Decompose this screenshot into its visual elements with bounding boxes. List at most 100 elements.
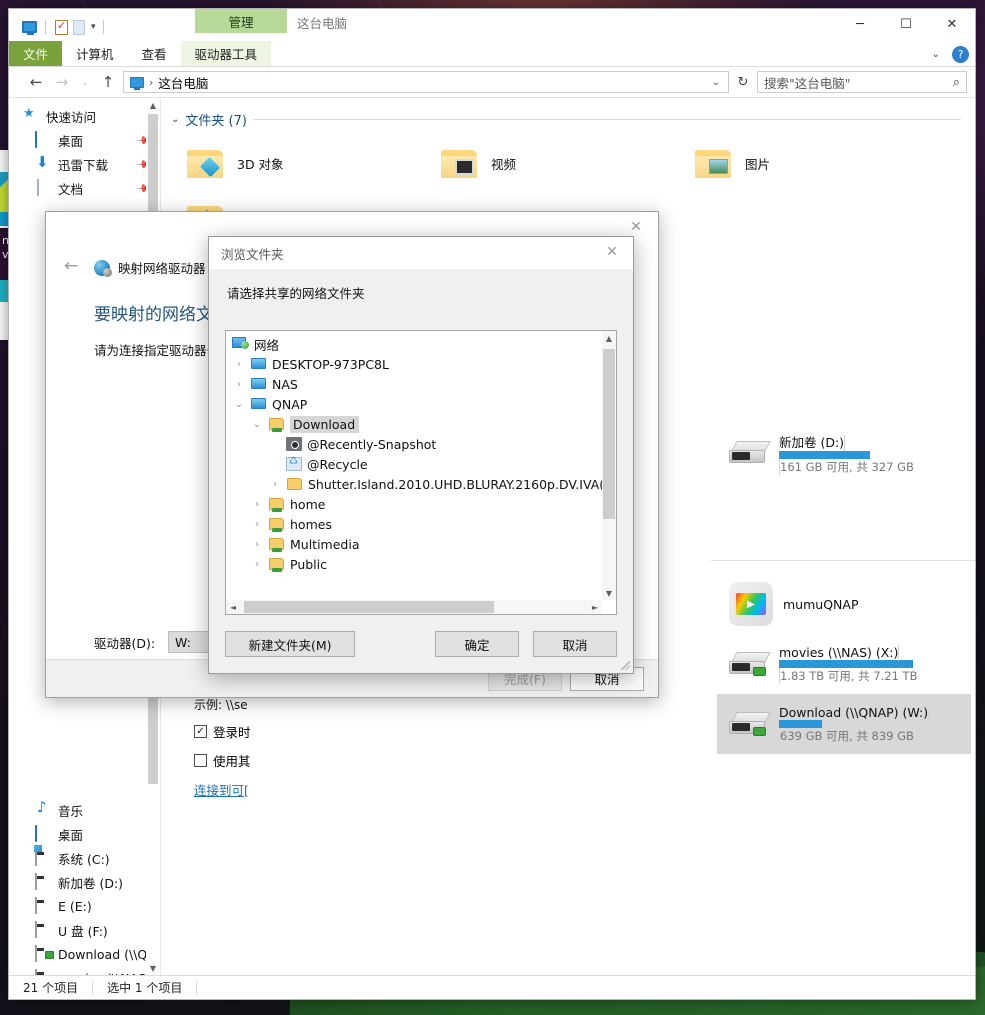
list-item[interactable]: 3D 对象 xyxy=(175,135,429,191)
tree-item-shutter-island[interactable]: › Shutter.Island.2010.UHD.BLURAY.2160p.D… xyxy=(226,474,602,494)
drive-letter-label: 驱动器(D): xyxy=(94,635,156,651)
list-item[interactable]: 视频 xyxy=(429,135,683,191)
expander-icon[interactable]: › xyxy=(250,519,264,530)
expander-icon[interactable]: › xyxy=(232,359,246,370)
address-field[interactable]: › 这台电脑 ⌄ xyxy=(123,71,729,93)
sidebar-item-usb-f[interactable]: U 盘 (F:) xyxy=(9,918,160,942)
sidebar-item-xunlei-downloads[interactable]: 迅雷下载 📌 xyxy=(9,152,160,176)
maximize-button[interactable]: ☐ xyxy=(883,9,929,39)
help-icon[interactable]: ? xyxy=(952,45,969,63)
folder-tree-container[interactable]: 网络 › DESKTOP-973PC8L › NAS ⌄ QNAP ⌄ Down xyxy=(225,330,617,615)
reconnect-checkbox[interactable]: ✓ 登录时 xyxy=(194,722,251,741)
back-button[interactable]: ← xyxy=(64,256,78,276)
scroll-down-arrow[interactable]: ▼ xyxy=(602,586,616,600)
customize-dropdown-icon[interactable]: ▾ xyxy=(91,22,96,32)
scroll-left-arrow[interactable]: ◄ xyxy=(226,600,240,614)
sidebar-item-movies-nas[interactable]: movies (\\NAS) xyxy=(9,966,160,975)
scroll-up-arrow[interactable]: ▲ xyxy=(146,98,160,112)
expander-icon[interactable]: › xyxy=(250,499,264,510)
tab-view[interactable]: 查看 xyxy=(128,41,181,66)
scroll-down-arrow[interactable]: ▼ xyxy=(146,961,160,975)
tree-item-desktop-973pc8l[interactable]: › DESKTOP-973PC8L xyxy=(226,354,602,374)
sidebar-item-system-c[interactable]: 系统 (C:) xyxy=(9,846,160,870)
expander-icon[interactable]: › xyxy=(268,479,282,490)
up-button[interactable]: ↑ xyxy=(97,71,119,93)
checkbox-box[interactable]: ✓ xyxy=(194,725,207,738)
expander-icon[interactable]: ⌄ xyxy=(232,399,246,410)
sidebar-item-quick-access[interactable]: 快速访问 xyxy=(9,104,160,128)
scroll-right-arrow[interactable]: ► xyxy=(588,600,602,614)
minimize-button[interactable]: ─ xyxy=(837,9,883,39)
folders-group-header[interactable]: ⌄ 文件夹 (7) xyxy=(161,98,975,135)
forward-button[interactable]: → xyxy=(51,71,73,93)
expander-icon[interactable]: ⌄ xyxy=(250,419,264,430)
computer-icon xyxy=(251,377,267,391)
sidebar-item-desktop[interactable]: 桌面 📌 xyxy=(9,128,160,152)
resize-grip[interactable] xyxy=(621,661,630,670)
sidebar-item-music[interactable]: 音乐 xyxy=(9,798,160,822)
tree-item-label: Multimedia xyxy=(290,536,360,552)
tree-item-nas[interactable]: › NAS xyxy=(226,374,602,394)
this-pc-icon[interactable] xyxy=(21,19,38,36)
search-input[interactable]: 搜索"这台电脑" ⌕ xyxy=(757,71,967,93)
list-item[interactable]: 图片 xyxy=(683,135,937,191)
chevron-down-icon[interactable]: ⌄ xyxy=(932,49,940,60)
expander-icon[interactable]: › xyxy=(250,559,264,570)
recent-locations-button[interactable]: ⌄ xyxy=(77,71,93,93)
checkbox-box[interactable] xyxy=(194,754,207,767)
new-folder-button[interactable]: 新建文件夹(M) xyxy=(225,631,355,657)
ribbon-tabs[interactable]: 文件 计算机 查看 驱动器工具 ⌄ ? xyxy=(9,41,975,67)
close-icon[interactable]: ✕ xyxy=(591,237,633,267)
connect-website-link[interactable]: 连接到可[ xyxy=(194,780,249,799)
tree-item-home[interactable]: › home xyxy=(226,494,602,514)
drive-item-download-w[interactable]: Download (\\QNAP) (W:) 639 GB 可用, 共 839 … xyxy=(717,694,971,754)
tab-file[interactable]: 文件 xyxy=(9,41,63,66)
scroll-up-arrow[interactable]: ▲ xyxy=(602,331,616,345)
ok-button[interactable]: 确定 xyxy=(435,631,519,657)
network-drive-icon xyxy=(35,945,37,962)
browse-for-folder-dialog[interactable]: 浏览文件夹 ✕ 请选择共享的网络文件夹 网络 › DESKTOP-973PC8L… xyxy=(208,236,634,674)
close-button[interactable]: ✕ xyxy=(929,9,975,39)
properties-icon[interactable] xyxy=(53,19,70,36)
window-controls[interactable]: ─ ☐ ✕ xyxy=(837,9,975,39)
expander-icon[interactable]: › xyxy=(232,379,246,390)
quick-access-toolbar[interactable]: ▾ xyxy=(9,9,111,39)
tab-drive-tools[interactable]: 驱动器工具 xyxy=(180,41,272,66)
tree-item-qnap[interactable]: ⌄ QNAP xyxy=(226,394,602,414)
chevron-down-icon[interactable]: ⌄ xyxy=(712,77,724,88)
back-button[interactable]: ← xyxy=(25,71,47,93)
tree-item-recently-snapshot[interactable]: @Recently-Snapshot xyxy=(226,434,602,454)
address-bar[interactable]: ← → ⌄ ↑ › 这台电脑 ⌄ ↻ 搜索"这台电脑" ⌕ xyxy=(9,67,975,97)
scrollbar-thumb[interactable] xyxy=(603,349,615,519)
drive-item-mumuqnap[interactable]: mumuQNAP xyxy=(717,574,971,634)
refresh-button[interactable]: ↻ xyxy=(733,75,753,90)
ribbon-right-controls[interactable]: ⌄ ? xyxy=(932,41,969,67)
breadcrumb[interactable]: 这台电脑 xyxy=(158,73,208,92)
drive-item-d[interactable]: 新加卷 (D:) 161 GB 可用, 共 327 GB xyxy=(717,423,971,483)
sidebar-item-documents[interactable]: 文档 📌 xyxy=(9,176,160,200)
sidebar-item-desktop-2[interactable]: 桌面 xyxy=(9,822,160,846)
sidebar-item-drive-d[interactable]: 新加卷 (D:) xyxy=(9,870,160,894)
tree-item-recycle[interactable]: @Recycle xyxy=(226,454,602,474)
tab-computer[interactable]: 计算机 xyxy=(62,41,128,66)
expander-icon[interactable]: › xyxy=(250,539,264,550)
cancel-button[interactable]: 取消 xyxy=(533,631,617,657)
tree-item-network[interactable]: 网络 xyxy=(226,334,602,354)
share-folder-icon xyxy=(269,417,285,432)
sidebar-item-drive-e[interactable]: E (E:) xyxy=(9,894,160,918)
sidebar-item-download-qnap[interactable]: Download (\\Q xyxy=(9,942,160,966)
folder-tree[interactable]: 网络 › DESKTOP-973PC8L › NAS ⌄ QNAP ⌄ Down xyxy=(226,331,602,600)
qat-divider xyxy=(45,20,46,34)
tree-item-download[interactable]: ⌄ Download xyxy=(226,414,602,434)
tree-item-homes[interactable]: › homes xyxy=(226,514,602,534)
credentials-checkbox[interactable]: 使用其 xyxy=(194,751,251,770)
new-folder-icon[interactable] xyxy=(70,19,87,36)
scrollbar-thumb[interactable] xyxy=(244,601,494,613)
tree-horizontal-scrollbar[interactable]: ◄ ► xyxy=(226,600,602,614)
chevron-down-icon[interactable]: ⌄ xyxy=(171,114,179,125)
sidebar-item-label: 文档 xyxy=(58,181,84,197)
tree-item-public[interactable]: › Public xyxy=(226,554,602,574)
tree-vertical-scrollbar[interactable]: ▲ ▼ xyxy=(602,331,616,600)
tree-item-multimedia[interactable]: › Multimedia xyxy=(226,534,602,554)
drive-item-movies-x[interactable]: movies (\\NAS) (X:) 1.83 TB 可用, 共 7.21 T… xyxy=(717,634,971,694)
